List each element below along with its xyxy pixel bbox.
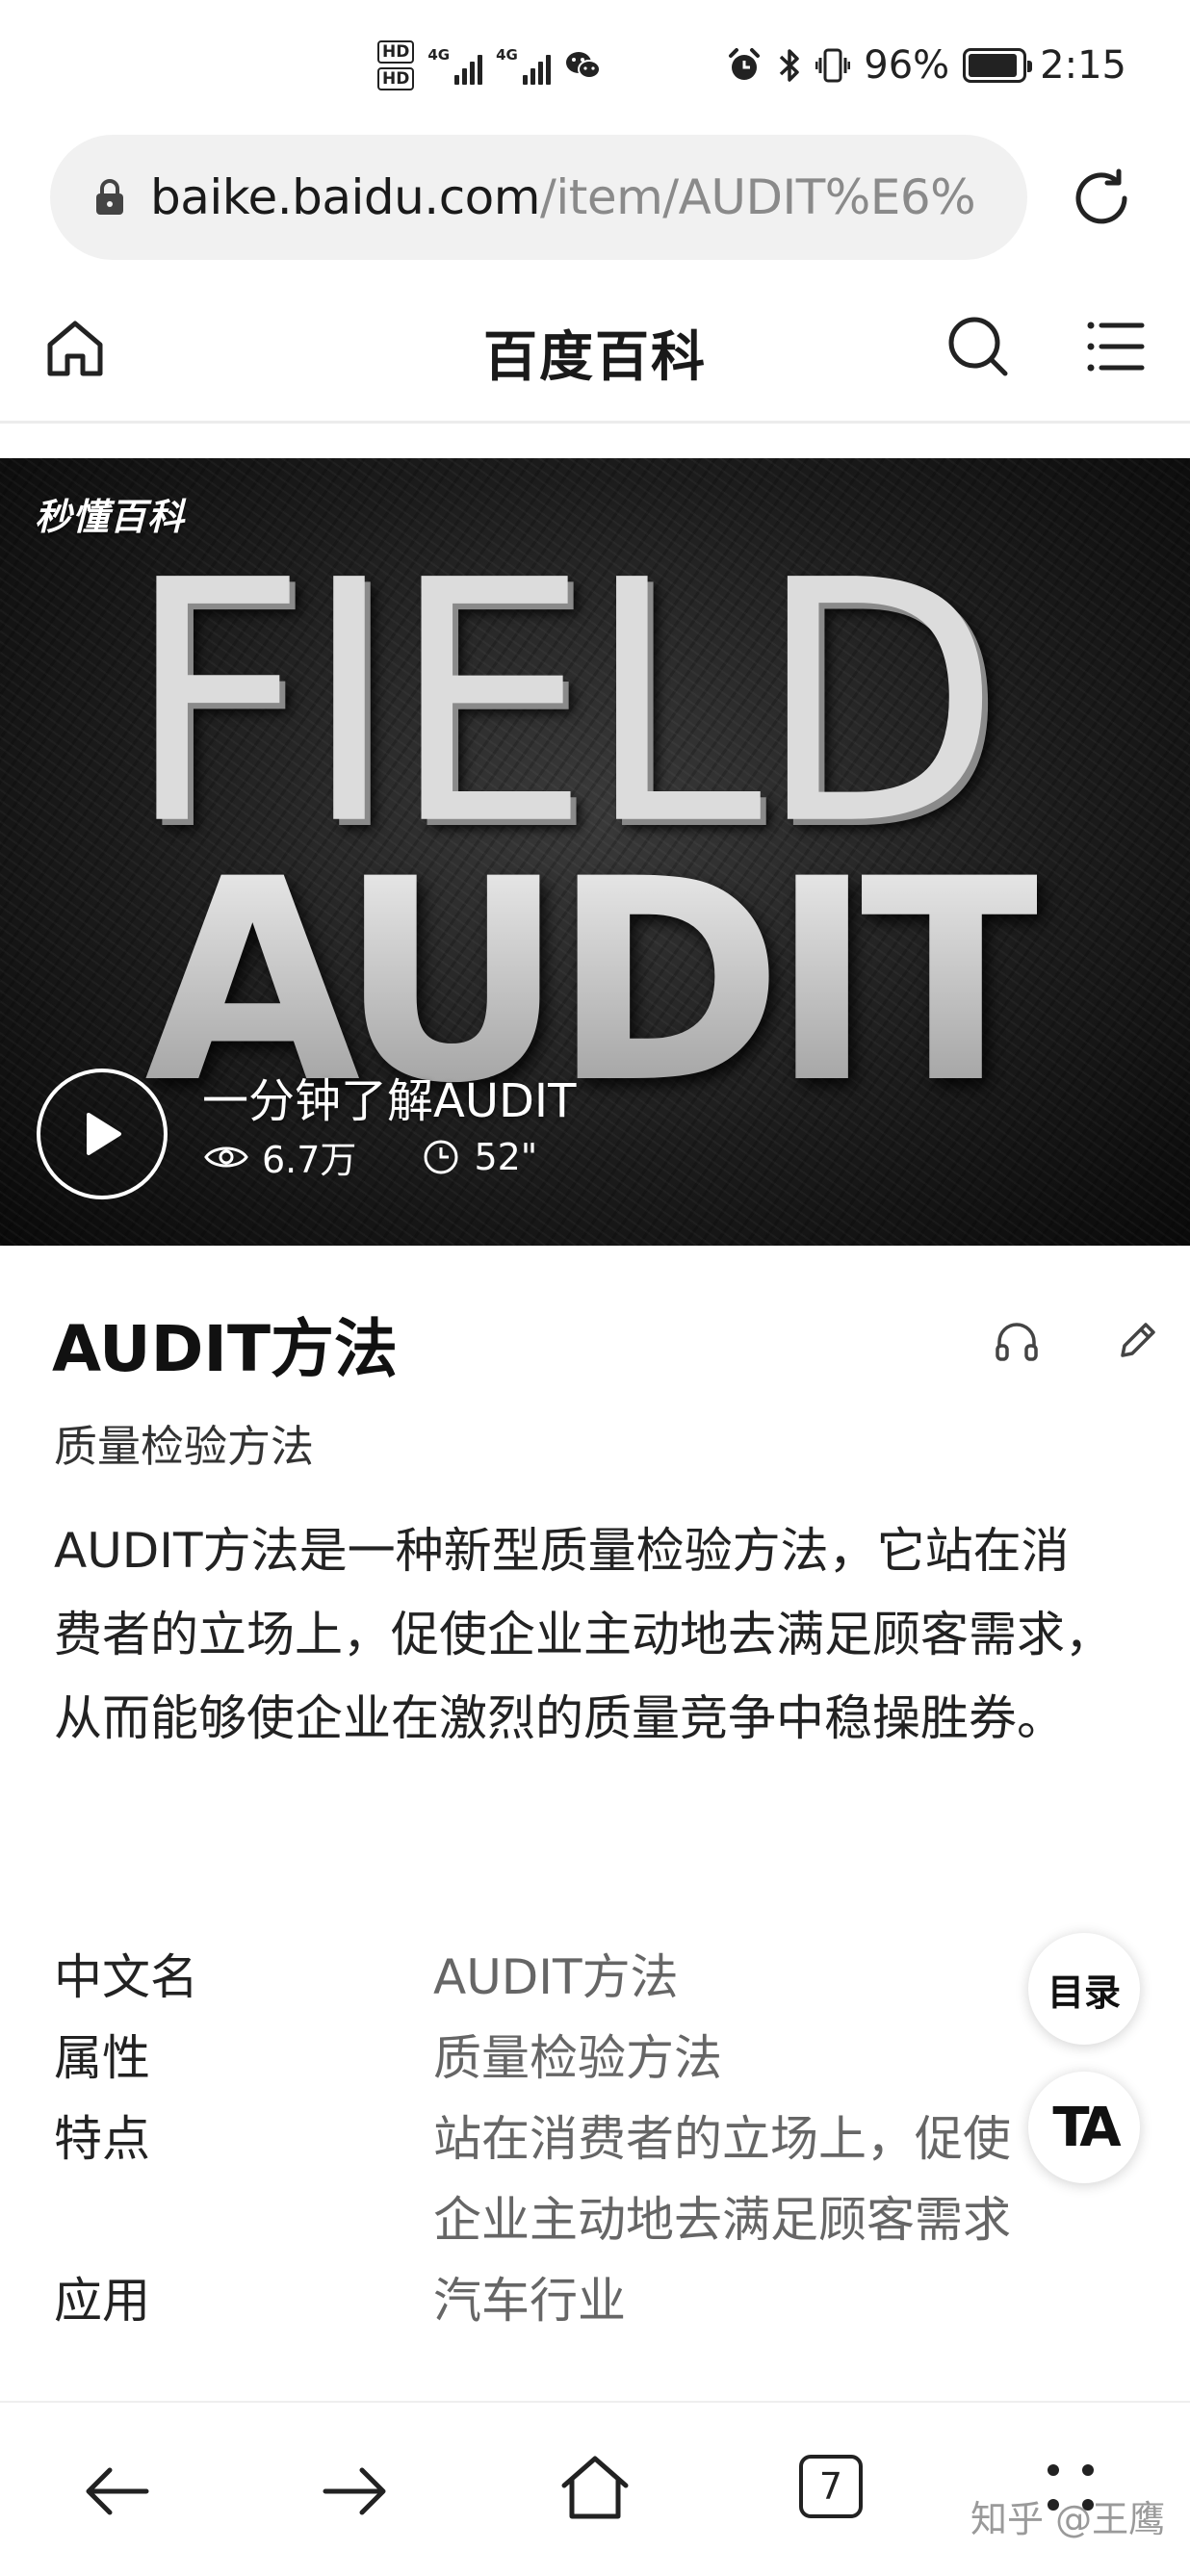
menu-icon[interactable]	[1086, 318, 1146, 375]
battery-percent: 96%	[864, 43, 950, 88]
tabs-count-button[interactable]: 7	[799, 2455, 863, 2518]
play-button[interactable]	[37, 1069, 168, 1199]
info-value: 站在消费者的立场上，促使企业主动地去满足顾客需求	[433, 2111, 1011, 2248]
site-title[interactable]: 百度百科	[0, 314, 1190, 392]
entry-summary: AUDIT方法是一种新型质量检验方法，它站在消费者的立场上，促使企业主动地去满足…	[54, 1523, 1113, 1746]
clock-icon	[424, 1140, 458, 1173]
sim2-label: 4G	[496, 46, 518, 64]
refresh-icon[interactable]	[1067, 164, 1136, 233]
search-icon[interactable]	[945, 314, 1011, 379]
back-arrow-icon[interactable]	[83, 2464, 150, 2518]
info-key: 属性	[54, 2030, 150, 2086]
info-row: 特点 站在消费者的立场上，促使企业主动地去满足顾客需求	[54, 2099, 1046, 2260]
sim1-label: 4G	[427, 46, 451, 64]
hd-badge-1: HD	[377, 40, 415, 64]
status-bar: HD HD 4G 4G 96% 2:15	[0, 0, 1190, 133]
site-header: 百度百科	[0, 279, 1190, 424]
video-title[interactable]: 一分钟了解AUDIT	[202, 1063, 576, 1130]
signal-icon-sim1: 4G	[427, 46, 483, 85]
url-text[interactable]: baike.baidu.com/item/AUDIT%E6%	[150, 169, 976, 225]
view-count: 6.7万	[262, 1139, 357, 1181]
info-value: 质量检验方法	[433, 2030, 722, 2086]
basic-info-table: 中文名 AUDIT方法 属性 质量检验方法 特点 站在消费者的立场上，促使企业主…	[54, 1937, 1046, 2341]
info-row: 中文名 AUDIT方法	[54, 1937, 1046, 2018]
entry-title-row: AUDIT方法	[52, 1298, 1155, 1386]
bluetooth-icon	[780, 49, 800, 82]
vibrate-icon	[815, 48, 851, 83]
entry-subtitle: 质量检验方法	[54, 1421, 315, 1472]
info-key: 中文名	[54, 1949, 198, 2005]
alarm-icon	[729, 48, 761, 80]
video-duration: 52"	[474, 1135, 538, 1178]
home-icon[interactable]	[558, 2453, 632, 2522]
forward-arrow-icon[interactable]	[322, 2464, 389, 2518]
miaodong-logo: 秒懂百科	[35, 496, 186, 538]
address-bar[interactable]: baike.baidu.com/item/AUDIT%E6%	[50, 135, 1027, 260]
headphones-icon[interactable]	[994, 1319, 1040, 1363]
clock-time: 2:15	[1040, 43, 1126, 88]
info-key: 应用	[54, 2273, 150, 2329]
lock-icon	[96, 179, 123, 215]
font-size-button[interactable]: TA	[1028, 2072, 1140, 2183]
info-key: 特点	[54, 2111, 150, 2167]
url-host: baike.baidu.com	[150, 169, 540, 225]
info-row: 属性 质量检验方法	[54, 2018, 1046, 2099]
play-icon	[87, 1113, 121, 1155]
table-of-contents-button[interactable]: 目录	[1028, 1933, 1140, 2045]
network-indicators: HD HD 4G 4G	[377, 35, 603, 96]
entry-title: AUDIT方法	[52, 1312, 399, 1386]
url-path: /item/AUDIT%E6%	[539, 169, 976, 225]
zhihu-watermark: 知乎 @王鹰	[970, 2498, 1166, 2540]
browser-bottom-nav: 7 知乎 @王鹰	[0, 2401, 1190, 2576]
eye-icon	[204, 1146, 248, 1167]
info-value: AUDIT方法	[433, 1949, 679, 2005]
signal-icon-sim2: 4G	[496, 46, 551, 85]
info-row: 应用 汽车行业	[54, 2260, 1046, 2341]
wechat-icon	[565, 52, 601, 79]
video-player[interactable]: FIELD AUDIT 秒懂百科 一分钟了解AUDIT 6.7万 52"	[0, 458, 1190, 1246]
battery-icon	[963, 48, 1033, 83]
video-meta: 6.7万 52"	[204, 1130, 537, 1183]
hd-indicators: HD HD	[377, 40, 415, 90]
hd-badge-2: HD	[377, 67, 415, 90]
edit-pencil-icon[interactable]	[1117, 1319, 1159, 1361]
system-indicators: 96% 2:15	[725, 37, 1126, 94]
info-value: 汽车行业	[433, 2273, 626, 2329]
